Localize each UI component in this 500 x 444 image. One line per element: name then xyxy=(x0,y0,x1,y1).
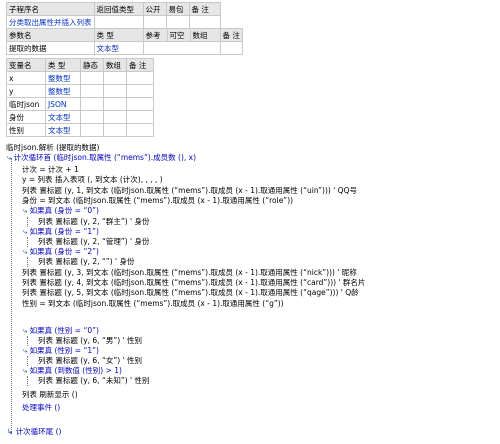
col-easy-pkg: 易包 xyxy=(165,2,190,16)
variable-table: 变量名 类 型 静态 数组 备 注 x 整数型 y 整数型 临时json JSON 身… xyxy=(6,58,154,137)
subroutine-name-cell[interactable]: 分类取出属性并插入列表 xyxy=(6,15,95,29)
subroutine-header-row: 子程序名 返回值类型 公开 易包 备 注 xyxy=(6,2,243,16)
param-row[interactable]: 提取的数据 文本型 xyxy=(6,41,243,55)
if-guide-line xyxy=(27,257,28,267)
code-line[interactable]: 列表 置标题 (y, 6, “女”) ' 性别 xyxy=(38,356,142,366)
if-guide-line xyxy=(27,356,28,366)
col-remark: 备 注 xyxy=(188,2,221,16)
col-param-remark: 备 注 xyxy=(219,28,243,42)
code-line-loop-start[interactable]: ⤷ 计次循环首 (临时json.取属性 (“mems”).成员数 (), x) xyxy=(7,153,196,163)
var-header-row: 变量名 类 型 静态 数组 备 注 xyxy=(6,58,154,72)
arrow-icon: ↳ xyxy=(7,427,14,436)
code-line[interactable]: 处理事件 () xyxy=(22,403,60,413)
code-line[interactable]: 临时json.解析 (提取的数据) xyxy=(6,143,99,153)
col-public: 公开 xyxy=(142,2,167,16)
code-line[interactable]: 身份 = 到文本 (临时json.取属性 (“mems”).取成员 (x - 1… xyxy=(22,196,293,206)
code-line[interactable]: 列表 置标题 (y, 1, 到文本 (临时json.取属性 (“mems”).取… xyxy=(22,186,357,196)
param-header-row: 参数名 类 型 参考 可空 数组 备 注 xyxy=(6,28,243,42)
col-var-name: 变量名 xyxy=(6,58,46,72)
loop-guide-line xyxy=(11,158,12,434)
arrow-icon: ⤷ xyxy=(23,366,28,375)
code-line-if[interactable]: ⤷ 如果真 (身份 = “1”) xyxy=(23,227,99,237)
arrow-icon: ⤷ xyxy=(23,206,28,215)
param-name-cell[interactable]: 提取的数据 xyxy=(6,41,95,55)
code-line[interactable]: 列表 置标题 (y, 2, “群主”) ' 身份 xyxy=(38,217,149,227)
param-type-cell[interactable]: 文本型 xyxy=(93,41,144,55)
var-row[interactable]: 身份 文本型 xyxy=(6,110,154,124)
code-line[interactable]: 列表 置标题 (y, 2, “”) ' 身份 xyxy=(38,257,134,267)
var-row[interactable]: 性别 文本型 xyxy=(6,123,154,137)
arrow-icon: ⤷ xyxy=(23,247,28,256)
col-param-name: 参数名 xyxy=(6,28,95,42)
code-line[interactable]: 列表 置标题 (y, 5, 到文本 (临时json.取属性 (“mems”).取… xyxy=(22,288,359,298)
col-param-type: 类 型 xyxy=(93,28,144,42)
subroutine-table: 子程序名 返回值类型 公开 易包 备 注 分类取出属性并插入列表 参数名 类 型… xyxy=(6,2,243,55)
code-line[interactable]: 列表 置标题 (y, 6, “未知”) ' 性别 xyxy=(38,376,149,386)
col-var-type: 类 型 xyxy=(45,58,81,72)
subroutine-row[interactable]: 分类取出属性并插入列表 xyxy=(6,15,243,29)
col-return-type: 返回值类型 xyxy=(93,2,144,16)
col-var-remark: 备 注 xyxy=(126,58,154,72)
code-line-if[interactable]: ⤷ 如果真 (身份 = “2”) xyxy=(23,247,99,257)
code-line[interactable]: 列表 置标题 (y, 2, “管理”) ' 身份 xyxy=(38,237,149,247)
if-guide-line xyxy=(27,376,28,386)
col-array: 数组 xyxy=(192,30,208,40)
var-row[interactable]: 临时json JSON xyxy=(6,97,154,111)
code-line[interactable]: 性别 = 到文本 (临时json.取属性 (“mems”).取成员 (x - 1… xyxy=(22,299,284,309)
col-static: 静态 xyxy=(80,58,104,72)
if-guide-line xyxy=(27,336,28,346)
col-sub-name: 子程序名 xyxy=(6,2,95,16)
arrow-icon: ⤷ xyxy=(7,153,12,162)
code-line[interactable]: 列表 置标题 (y, 4, 到文本 (临时json.取属性 (“mems”).取… xyxy=(22,278,365,288)
code-line[interactable]: 列表 置标题 (y, 6, “男”) ' 性别 xyxy=(38,336,142,346)
col-nullable: 可空 xyxy=(168,29,191,41)
code-line-loop-end[interactable]: ↳ 计次循环尾 () xyxy=(7,427,61,437)
arrow-icon: ⤷ xyxy=(23,326,28,335)
var-row[interactable]: x 整数型 xyxy=(6,71,154,85)
col-var-array: 数组 xyxy=(103,58,127,72)
if-guide-line xyxy=(27,237,28,247)
arrow-icon: ⤷ xyxy=(23,346,28,355)
code-line-if[interactable]: ⤷ 如果真 (性别 = “0”) xyxy=(23,326,99,336)
arrow-icon: ⤷ xyxy=(23,227,28,236)
code-line-if[interactable]: ⤷ 如果真 (性别 = “1”) xyxy=(23,346,99,356)
code-line[interactable]: 列表 刷新显示 () xyxy=(22,390,78,400)
code-line-if[interactable]: ⤷ 如果真 (身份 = “0”) xyxy=(23,206,99,216)
if-guide-line xyxy=(27,217,28,227)
var-row[interactable]: y 整数型 xyxy=(6,84,154,98)
code-line[interactable]: y = 列表 插入表项 (, 到文本 (计次), , , , ) xyxy=(22,175,163,185)
code-line[interactable]: 列表 置标题 (y, 3, 到文本 (临时json.取属性 (“mems”).取… xyxy=(22,268,357,278)
code-line-if[interactable]: ⤷ 如果真 (到数值 (性别) > 1) xyxy=(23,366,122,376)
col-ref: 参考 xyxy=(144,29,168,41)
code-line[interactable]: 计次 = 计次 + 1 xyxy=(22,165,79,175)
